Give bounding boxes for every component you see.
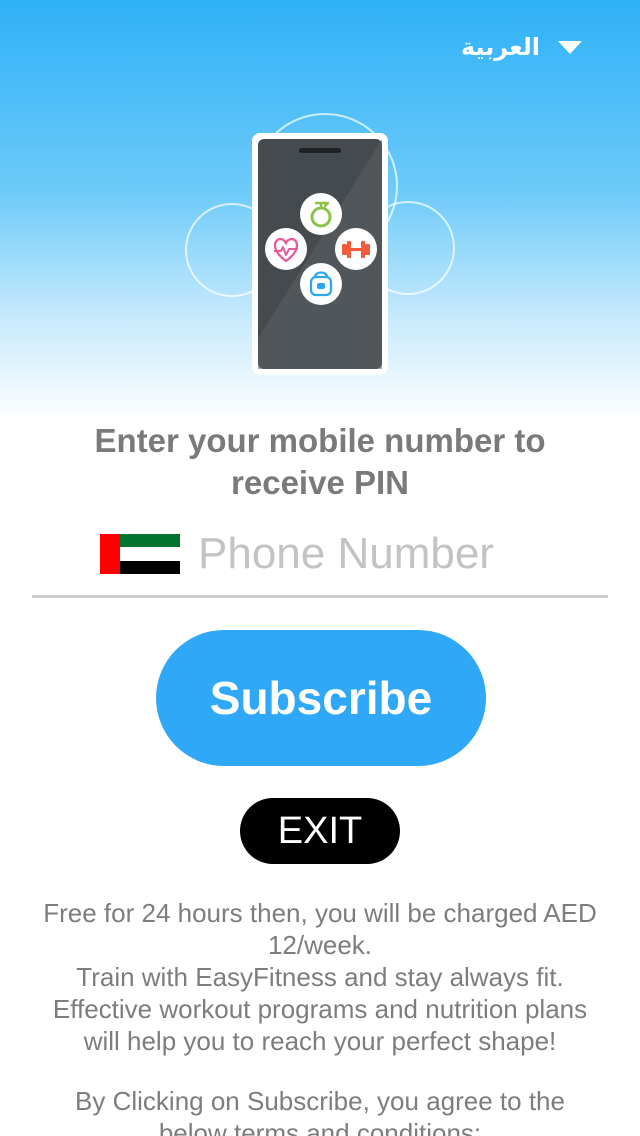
heart-rate-icon [265, 228, 307, 270]
info-line: will help you to reach your perfect shap… [83, 1026, 557, 1056]
flag-stripes [120, 534, 180, 574]
subscribe-button[interactable]: Subscribe [156, 630, 486, 766]
kettlebell-icon [300, 263, 342, 305]
chevron-down-icon [558, 40, 582, 54]
page-headline: Enter your mobile number to receive PIN [40, 420, 600, 504]
info-line: By Clicking on Subscribe, you agree to t… [75, 1086, 565, 1116]
info-line: Free for 24 hours then, you will be char… [43, 898, 597, 928]
subscription-page: العربية Enter your mobile number to rece… [0, 0, 640, 1136]
info-line: 12/week. [267, 930, 373, 960]
info-line: below terms and conditions: [158, 1118, 482, 1136]
headline-line-2: receive PIN [231, 464, 409, 501]
hero-banner: العربية [0, 0, 640, 420]
info-line: Effective workout programs and nutrition… [52, 994, 588, 1024]
phone-illustration [185, 113, 455, 375]
headline-line-1: Enter your mobile number to [94, 422, 546, 459]
info-line: Train with EasyFitness and stay always f… [76, 962, 564, 992]
phone-number-input[interactable] [198, 526, 598, 582]
language-label: العربية [460, 33, 540, 61]
dumbbell-icon [335, 228, 377, 270]
language-selector[interactable]: العربية [461, 28, 582, 66]
uae-flag-icon[interactable] [100, 534, 180, 574]
terms-info: Free for 24 hours then, you will be char… [10, 897, 630, 1136]
exit-button[interactable]: EXIT [240, 798, 400, 864]
phone-number-row [32, 522, 608, 598]
flag-red-band [100, 534, 120, 574]
phone-speaker [299, 148, 341, 153]
timer-icon [300, 193, 342, 235]
